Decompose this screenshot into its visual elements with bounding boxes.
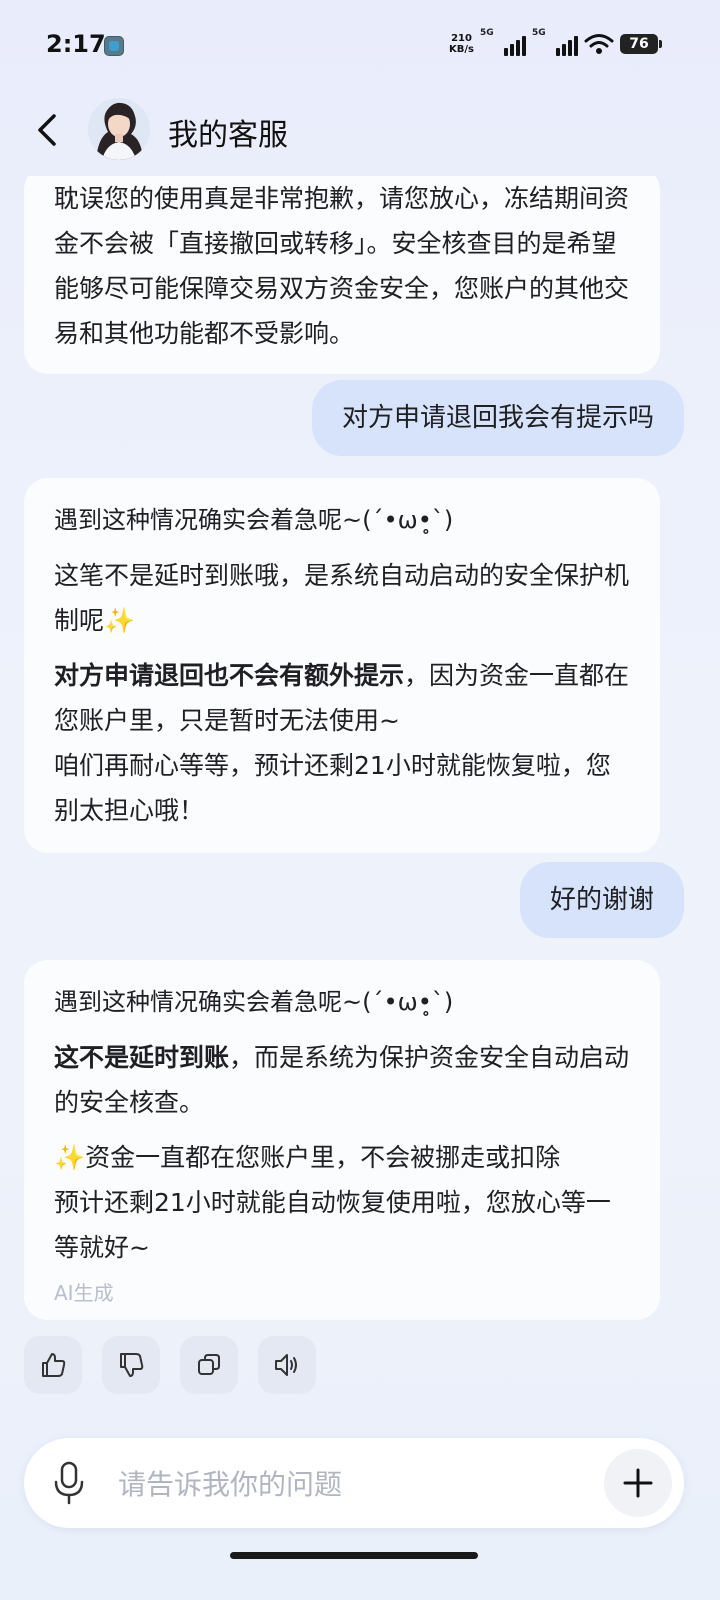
- emphasis-text: 对方申请退回也不会有额外提示: [54, 661, 405, 690]
- message-text: ✨资金一直都在您账户里，不会被挪走或扣除 预计还剩21小时就能自动恢复使用啦，您放…: [54, 1143, 611, 1262]
- copy-button[interactable]: [180, 1336, 238, 1394]
- thumbs-down-icon: [120, 1353, 144, 1377]
- status-bar: 2:17 210 KB/s 5G 5G 76: [0, 0, 720, 90]
- like-button[interactable]: [24, 1336, 82, 1394]
- add-attachment-button[interactable]: [604, 1449, 672, 1517]
- signal-2-icon: 5G: [532, 28, 578, 56]
- chat-header: 我的客服: [0, 92, 720, 172]
- chat-message-list[interactable]: 耽误您的使用真是非常抱歉，请您放心，冻结期间资金不会被「直接撤回或转移」。安全核…: [0, 176, 720, 1426]
- message-input-bar: [24, 1438, 684, 1528]
- app-notification-icon: [104, 36, 124, 56]
- read-aloud-button[interactable]: [258, 1336, 316, 1394]
- speaker-icon: [275, 1354, 297, 1376]
- status-time: 2:17: [46, 30, 106, 58]
- back-arrow-icon[interactable]: [30, 110, 70, 150]
- ai-message: 遇到这种情况确实会着急呢~(´•ω•̥`) 这不是延时到账，而是系统为保护资金安…: [24, 960, 660, 1320]
- network-speed: 210 KB/s: [449, 33, 474, 55]
- status-indicators: 210 KB/s 5G 5G 76: [449, 28, 662, 58]
- user-message: 好的谢谢: [519, 862, 684, 938]
- home-indicator[interactable]: [230, 1552, 478, 1559]
- message-text: 遇到这种情况确实会着急呢~(´•ω•̥`): [54, 988, 454, 1016]
- message-text: 这不是延时到账，而是系统为保护资金安全自动启动的安全核查。: [54, 1043, 630, 1117]
- ai-message: 耽误您的使用真是非常抱歉，请您放心，冻结期间资金不会被「直接撤回或转移」。安全核…: [24, 176, 660, 374]
- agent-avatar[interactable]: [88, 98, 150, 160]
- message-text: 对方申请退回我会有提示吗: [341, 403, 654, 433]
- message-text: 耽误您的使用真是非常抱歉，请您放心，冻结期间资金不会被「直接撤回或转移」。安全核…: [54, 184, 630, 348]
- ai-message: 遇到这种情况确实会着急呢~(´•ω•̥`) 这笔不是延时到账哦，是系统自动启动的…: [24, 478, 660, 853]
- message-input[interactable]: [116, 1458, 590, 1510]
- battery-icon: 76: [620, 34, 662, 54]
- message-text: 这笔不是延时到账哦，是系统自动启动的安全保护机制呢✨: [54, 561, 630, 635]
- message-text: 好的谢谢: [549, 885, 654, 915]
- wifi-icon: [584, 34, 614, 54]
- message-text: 遇到这种情况确实会着急呢~(´•ω•̥`): [54, 506, 454, 534]
- user-message: 对方申请退回我会有提示吗: [311, 380, 684, 456]
- signal-1-icon: 5G: [480, 28, 526, 56]
- ai-generated-label: AI生成: [54, 1281, 114, 1305]
- plus-icon: [623, 1468, 653, 1498]
- dislike-button[interactable]: [102, 1336, 160, 1394]
- microphone-icon[interactable]: [52, 1460, 86, 1506]
- message-actions: [24, 1336, 316, 1394]
- message-text: 对方申请退回也不会有额外提示，因为资金一直都在您账户里，只是暂时无法使用~ 咱们再…: [54, 661, 630, 825]
- thumbs-up-icon: [42, 1353, 66, 1377]
- emphasis-text: 这不是延时到账: [54, 1043, 230, 1072]
- page-title: 我的客服: [168, 118, 288, 153]
- copy-icon: [198, 1354, 220, 1375]
